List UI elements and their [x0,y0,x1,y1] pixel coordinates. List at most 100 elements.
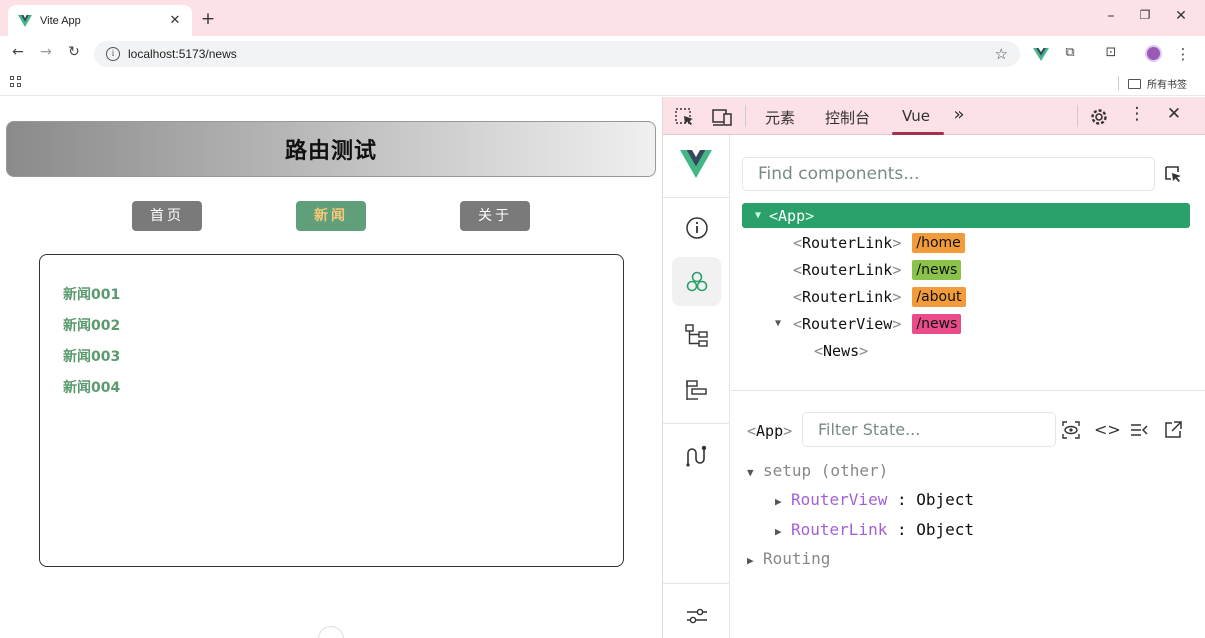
state-value: Object [916,490,975,509]
tree-node-routerlink[interactable]: < RouterLink >/about [742,284,1190,309]
find-components-input[interactable]: Find components... [742,157,1155,191]
state-item[interactable]: ▶ RouterLink : Object [775,520,974,539]
select-component-icon[interactable] [1163,164,1183,184]
tab-vue[interactable]: Vue [902,107,930,125]
tree-node-routerlink[interactable]: < RouterLink >/news [742,257,1190,282]
restore-icon[interactable]: ❐ [1137,8,1153,22]
tab-title: Vite App [40,14,81,27]
window-close-icon[interactable]: ✕ [1173,8,1189,24]
route-tag: /home [912,232,965,253]
nav-link-news[interactable]: 新闻 [296,201,366,231]
devtools-menu-icon[interactable]: ⋮ [1126,104,1148,124]
menu-icon[interactable]: ⋮ [1174,45,1192,63]
sidebar-divider [663,197,730,198]
bookmarks-separator [1118,76,1119,90]
router-view-box: 新闻001 新闻002 新闻003 新闻004 [39,254,624,567]
route-tag: /news [912,313,962,334]
bookmark-star-icon[interactable]: ☆ [995,45,1008,63]
tab-console[interactable]: 控制台 [825,107,870,128]
show-render-code-icon[interactable] [1129,420,1149,440]
component-name: RouterLink [802,287,893,306]
browser-tab[interactable]: Vite App ✕ [8,5,192,36]
component-name: RouterView [802,314,893,333]
vite-favicon-icon [18,14,32,27]
apps-grid-icon[interactable] [10,76,22,88]
floating-button[interactable] [318,626,344,638]
nav-link-home[interactable]: 首页 [132,201,202,231]
sidebar-settings-button[interactable] [672,591,721,638]
component-name: RouterLink [802,260,893,279]
folder-icon [1128,78,1141,89]
vue-devtools-sidebar [663,135,730,638]
route-tag: /about [912,286,966,307]
timeline-icon [685,379,707,400]
address-bar[interactable]: i localhost:5173/news ☆ [94,41,1020,67]
forward-icon[interactable]: → [37,44,55,60]
page-title: 路由测试 [284,139,377,164]
scroll-to-component-icon[interactable] [1061,420,1081,440]
nav-link-about[interactable]: 关于 [460,201,530,231]
news-list: 新闻001 新闻002 新闻003 新闻004 [63,285,120,409]
profile-avatar[interactable] [1145,45,1162,62]
tabbar-separator [1077,105,1078,127]
tab-elements[interactable]: 元素 [765,107,795,128]
filter-state-input[interactable]: Filter State... [802,412,1056,447]
browser-toolbar: ← → ↻ i localhost:5173/news ☆ ⧉ ⊡ ⋮ [0,36,1205,70]
sliders-icon [686,608,707,623]
expand-caret-icon[interactable]: ▶ [747,554,763,567]
expand-caret-icon[interactable]: ▶ [775,525,791,538]
vue-devtools-extension-icon[interactable] [1032,45,1050,63]
components-icon [686,271,707,291]
minimize-icon[interactable]: – [1103,8,1119,24]
extensions-icon[interactable]: ⧉ [1061,45,1079,63]
routing-label: Routing [763,549,831,568]
site-info-icon[interactable]: i [106,47,120,61]
sidebar-tree-button[interactable] [672,311,721,360]
all-bookmarks-folder[interactable]: 所有书签 [1128,76,1187,91]
router-icon [685,445,706,467]
sidebar-router-button[interactable] [672,431,721,480]
settings-gear-icon[interactable] [1088,107,1110,127]
expand-caret-icon[interactable]: ▼ [755,210,769,221]
news-item[interactable]: 新闻003 [63,347,120,378]
sidebar-timeline-button[interactable] [672,365,721,414]
url-text: localhost:5173/news [128,47,237,61]
expand-caret-icon[interactable]: ▼ [747,466,763,479]
vue-logo-icon [680,150,712,178]
expand-caret-icon[interactable]: ▼ [775,318,793,329]
bookmarks-bar: 所有书签 [0,70,1205,96]
tab-search-icon[interactable]: ⊡ [1102,45,1120,63]
vue-components-panel: Find components... ▼ < App > < RouterLink >/h… [731,135,1205,638]
tab-close-icon[interactable]: ✕ [168,13,182,28]
tree-node-routerlink[interactable]: < RouterLink >/home [742,230,1190,255]
component-tree-icon [684,323,708,347]
news-item[interactable]: 新闻004 [63,378,120,409]
tree-node-app[interactable]: ▼ < App > [742,203,1190,228]
device-toolbar-icon[interactable] [711,107,733,127]
sidebar-info-button[interactable] [672,203,721,252]
info-icon [685,216,708,239]
open-in-editor-icon[interactable] [1163,420,1183,440]
new-tab-icon[interactable]: + [200,9,216,29]
devtools-panel: 元素 控制台 Vue » ⋮ ✕ Find components... ▼ < … [662,97,1205,638]
reload-icon[interactable]: ↻ [65,44,83,60]
inspect-dom-icon[interactable]: <> [1094,420,1121,440]
state-item[interactable]: ▶ RouterView : Object [775,490,974,509]
state-component-name: App [756,422,784,440]
panel-splitter[interactable] [731,390,1205,391]
sidebar-components-button[interactable] [672,257,721,306]
sidebar-divider [663,583,730,584]
route-tag: /news [912,259,962,280]
tree-node-routerview[interactable]: ▼ < RouterView >/news [742,311,1190,336]
more-tabs-icon[interactable]: » [948,104,970,125]
news-item[interactable]: 新闻002 [63,316,120,347]
close-devtools-icon[interactable]: ✕ [1163,104,1185,124]
back-icon[interactable]: ← [9,44,27,60]
expand-caret-icon[interactable]: ▶ [775,495,791,508]
state-group-setup[interactable]: ▼ setup (other) [747,461,888,480]
tree-node-news[interactable]: < News > [742,338,1190,363]
browser-tabstrip: Vite App ✕ + – ❐ ✕ [0,0,1205,36]
inspect-element-icon[interactable] [674,107,696,127]
state-group-routing[interactable]: ▶ Routing [747,549,830,568]
news-item[interactable]: 新闻001 [63,285,120,316]
